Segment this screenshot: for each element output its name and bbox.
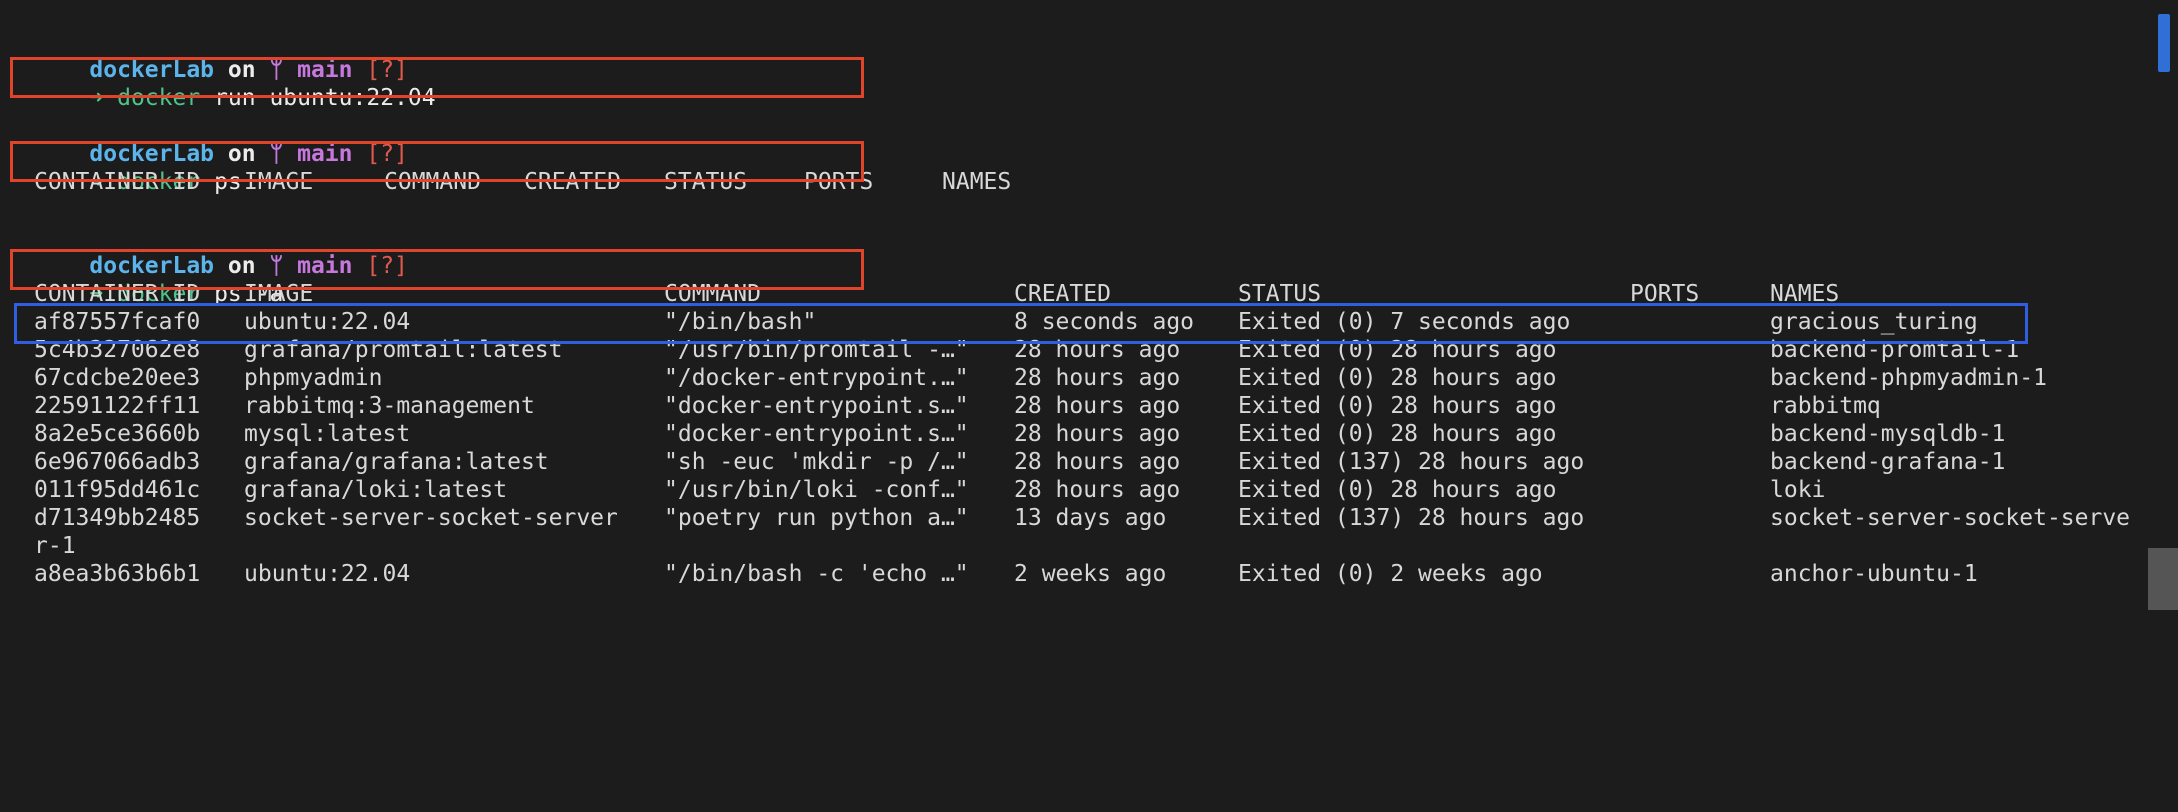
highlight-ps-a-command (10, 249, 864, 290)
container-created: 28 hours ago (1014, 477, 1181, 503)
table-row-wrap: r-1 (34, 532, 2134, 560)
container-image: socket-server-socket-server (244, 505, 618, 531)
container-id: d71349bb2485 (34, 505, 201, 531)
container-created: 13 days ago (1014, 505, 1167, 531)
container-status: Exited (0) 28 hours ago (1238, 393, 1557, 419)
container-status: Exited (0) 2 weeks ago (1238, 561, 1543, 587)
container-names: anchor-ubuntu-1 (1770, 561, 1978, 587)
scrollbar-thumb[interactable] (2148, 548, 2178, 610)
container-created: 28 hours ago (1014, 393, 1181, 419)
container-id: a8ea3b63b6b1 (34, 561, 201, 587)
container-names: backend-grafana-1 (1770, 449, 2006, 475)
container-names: socket-server-socket-serve (1770, 505, 2131, 531)
header-names: NAMES (942, 169, 1012, 195)
container-command: "/usr/bin/loki -conf…" (664, 477, 969, 503)
table-row: 67cdcbe20ee3 phpmyadmin "/docker-entrypo… (34, 364, 2134, 392)
container-image: phpmyadmin (244, 365, 383, 391)
terminal-output[interactable]: dockerLab on ᛘ main [?] ➜ docker run ubu… (0, 0, 2148, 610)
container-image: rabbitmq:3-management (244, 393, 535, 419)
container-id: 8a2e5ce3660b (34, 421, 201, 447)
container-names-wrap: r-1 (34, 533, 76, 559)
table-row: 6e967066adb3 grafana/grafana:latest "sh … (34, 448, 2134, 476)
table-row: a8ea3b63b6b1 ubuntu:22.04 "/bin/bash -c … (34, 560, 2134, 588)
container-created: 28 hours ago (1014, 365, 1181, 391)
container-command: "/bin/bash -c 'echo …" (664, 561, 969, 587)
prompt-line: dockerLab on ᛘ main [?] (34, 224, 408, 279)
container-command: "/docker-entrypoint.…" (664, 365, 969, 391)
highlight-ps-command (10, 141, 864, 182)
container-image: mysql:latest (244, 421, 411, 447)
container-command: "docker-entrypoint.s…" (664, 393, 969, 419)
table-row: 22591122ff11 rabbitmq:3-management "dock… (34, 392, 2134, 420)
prompt-line: dockerLab on ᛘ main [?] (34, 112, 408, 167)
container-names: rabbitmq (1770, 393, 1881, 419)
container-status: Exited (0) 28 hours ago (1238, 365, 1557, 391)
table-row: d71349bb2485 socket-server-socket-server… (34, 504, 2134, 532)
scrollbar[interactable] (2148, 0, 2178, 610)
container-image: grafana/grafana:latest (244, 449, 549, 475)
container-id: 67cdcbe20ee3 (34, 365, 201, 391)
container-image: ubuntu:22.04 (244, 561, 411, 587)
container-status: Exited (0) 28 hours ago (1238, 477, 1557, 503)
container-created: 28 hours ago (1014, 449, 1181, 475)
prompt-line: dockerLab on ᛘ main [?] (34, 28, 408, 83)
container-id: 22591122ff11 (34, 393, 201, 419)
container-id: 6e967066adb3 (34, 449, 201, 475)
highlight-run-command (10, 57, 864, 98)
highlight-new-container-row (14, 303, 2028, 344)
container-created: 2 weeks ago (1014, 561, 1167, 587)
container-status: Exited (137) 28 hours ago (1238, 449, 1585, 475)
container-command: "poetry run python a…" (664, 505, 969, 531)
container-created: 28 hours ago (1014, 421, 1181, 447)
container-image: grafana/loki:latest (244, 477, 508, 503)
container-status: Exited (0) 28 hours ago (1238, 421, 1557, 447)
scroll-marker (2158, 14, 2170, 72)
container-status: Exited (137) 28 hours ago (1238, 505, 1585, 531)
container-names: backend-mysqldb-1 (1770, 421, 2006, 447)
container-id: 011f95dd461c (34, 477, 201, 503)
container-names: loki (1770, 477, 1826, 503)
table-row: 011f95dd461c grafana/loki:latest "/usr/b… (34, 476, 2134, 504)
container-names: backend-phpmyadmin-1 (1770, 365, 2047, 391)
table-row: 8a2e5ce3660b mysql:latest "docker-entryp… (34, 420, 2134, 448)
container-command: "sh -euc 'mkdir -p /…" (664, 449, 969, 475)
container-command: "docker-entrypoint.s…" (664, 421, 969, 447)
